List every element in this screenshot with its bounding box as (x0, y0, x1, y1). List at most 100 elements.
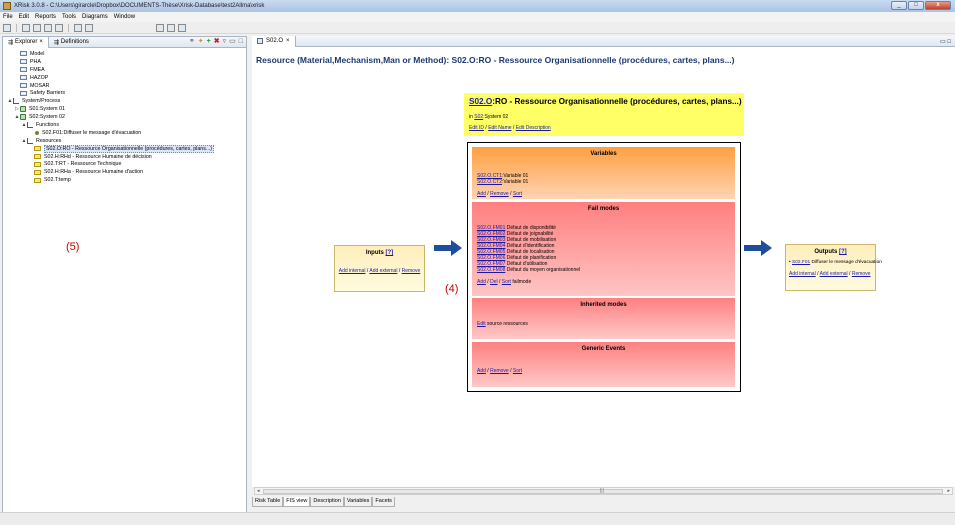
variables-section: Variables S02.O.CT1:Variable 01 S02.O.CT… (472, 147, 735, 199)
edit-source-link[interactable]: Edit (477, 321, 486, 327)
edit-description-link[interactable]: Edit Description (516, 125, 551, 131)
tab-description[interactable]: Description (310, 497, 344, 507)
window-controls: _ □ x (891, 1, 951, 10)
menu-edit[interactable]: Edit (19, 14, 29, 20)
run-icon[interactable] (85, 23, 93, 32)
menu-tools[interactable]: Tools (62, 14, 76, 20)
new-resource-icon[interactable] (44, 23, 52, 32)
tree-item-label: HAZOP (30, 74, 49, 81)
scroll-right-icon[interactable]: ▸ (947, 488, 950, 494)
wand-icon[interactable]: ✦ (198, 38, 204, 46)
tree-item[interactable]: FMEA (7, 66, 246, 74)
menu-diagrams[interactable]: Diagrams (82, 14, 108, 20)
outputs-title: Outputs [?] (789, 249, 872, 255)
edit-id-link[interactable]: Edit ID (469, 125, 484, 131)
sort-event-link[interactable]: Sort (513, 368, 522, 374)
tab-variables[interactable]: Variables (343, 497, 373, 507)
link-icon[interactable]: ⚭ (189, 38, 195, 46)
tree-item[interactable]: HAZOP (7, 74, 246, 82)
tree-item[interactable]: S02.H:RHa - Ressource Humaine d'action (7, 168, 246, 176)
tree-item[interactable]: S02.T:temp (7, 176, 246, 184)
tab-definitions[interactable]: ⇶ Definitions (49, 37, 94, 48)
save-icon[interactable] (156, 23, 164, 32)
remove-event-link[interactable]: Remove (490, 368, 509, 374)
tab-s02-o[interactable]: S02.O × (252, 35, 296, 47)
new-function-icon[interactable] (33, 23, 41, 32)
add-internal-input-link[interactable]: Add internal (339, 268, 366, 274)
app-icon (3, 2, 11, 10)
menu-reports[interactable]: Reports (35, 14, 56, 20)
add-external-input-link[interactable]: Add external (369, 268, 397, 274)
menu-file[interactable]: File (3, 14, 13, 20)
scroll-left-icon[interactable]: ◂ (257, 488, 260, 494)
add-external-output-link[interactable]: Add external (820, 271, 848, 277)
table-icon (20, 75, 27, 81)
tools-icon[interactable] (74, 23, 82, 32)
close-icon[interactable]: × (39, 39, 43, 45)
window-title: XRisk 3.0.8 - C:\Users\girarcle\Dropbox\… (14, 3, 265, 9)
horizontal-scrollbar[interactable]: ◂ ||| ▸ (254, 487, 953, 495)
view-menu-icon[interactable]: ▿ (223, 38, 227, 46)
minimize-icon[interactable]: ▭ (229, 38, 236, 46)
resource-id-link[interactable]: S02.O (469, 97, 492, 106)
close-button[interactable]: x (925, 1, 951, 10)
del-failmode-link[interactable]: Del (490, 279, 498, 285)
inputs-title-text: Inputs (365, 250, 384, 256)
generic-events-actions: Add / Remove / Sort (477, 368, 523, 374)
tab-explorer[interactable]: ⇶ Explorer × (3, 36, 49, 48)
tree-item[interactable]: MOSAR (7, 82, 246, 90)
tree-item[interactable]: Safety Barriers (7, 89, 246, 97)
add-internal-output-link[interactable]: Add internal (789, 271, 816, 277)
sort-failmode-link[interactable]: Sort (502, 279, 511, 285)
resource-title: S02.O:RO - Ressource Organisationnelle (… (469, 97, 742, 106)
add-failmode-link[interactable]: Add (477, 279, 486, 285)
remove-variable-link[interactable]: Remove (490, 191, 509, 197)
add-variable-link[interactable]: Add (477, 191, 486, 197)
inputs-title: Inputs [?] (338, 250, 421, 256)
maximize-icon[interactable]: □ (239, 38, 243, 46)
tree-item[interactable]: ▷ S01:System 01 (7, 105, 246, 113)
tree-item-label: S02.O:RO - Ressource Organisationnelle (… (44, 144, 215, 153)
add-event-link[interactable]: Add (477, 368, 486, 374)
tree-item[interactable]: Model (7, 50, 246, 58)
maximize-button[interactable]: □ (908, 1, 924, 10)
close-icon[interactable]: × (286, 38, 290, 44)
new-system-icon[interactable] (22, 23, 30, 32)
new-variable-icon[interactable] (55, 23, 63, 32)
tree-item[interactable]: PHA (7, 58, 246, 66)
tree-item[interactable]: ▲ S02:System 02 (7, 113, 246, 121)
sort-variable-link[interactable]: Sort (513, 191, 522, 197)
tab-fis-view[interactable]: FIS view (283, 497, 311, 507)
export-icon[interactable] (167, 23, 175, 32)
tab-facets[interactable]: Facets (372, 497, 395, 507)
tree-item-label: Resources (36, 137, 62, 144)
failmode-code-link[interactable]: S02.O.FM08 (477, 267, 505, 273)
remove-output-link[interactable]: Remove (852, 271, 871, 277)
tree-item-label: S02.T:RT - Ressource Technique (44, 161, 122, 168)
more-icon[interactable] (178, 23, 186, 32)
inputs-help-link[interactable]: [?] (386, 250, 394, 256)
tree-item[interactable]: S02.O:RO - Ressource Organisationnelle (… (7, 144, 246, 153)
minimize-maximize-icon[interactable]: ▭ □ (940, 38, 951, 45)
variable-code-link[interactable]: S02.O.CT2 (477, 179, 502, 185)
tree-item[interactable]: S02.F01:Diffuser le message d'évacuation (7, 129, 246, 137)
add-icon[interactable]: + (207, 38, 211, 46)
output-code-link[interactable]: S02.F01 (792, 260, 810, 265)
remove-input-link[interactable]: Remove (402, 268, 421, 274)
tree-item[interactable]: ▲ Functions (7, 121, 246, 129)
delete-icon[interactable]: ✖ (214, 38, 220, 46)
tree-item[interactable]: S02.T:RT - Ressource Technique (7, 160, 246, 168)
edit-name-link[interactable]: Edit Name (488, 125, 511, 131)
tree-item[interactable]: ▲ System/Process (7, 97, 246, 105)
minimize-button[interactable]: _ (891, 1, 907, 10)
tree-item[interactable]: ▲ Resources (7, 137, 246, 145)
menu-window[interactable]: Window (114, 14, 135, 20)
tab-risk-table[interactable]: Risk Table (252, 497, 284, 507)
home-icon[interactable] (3, 23, 11, 32)
scroll-grip-icon: ||| (600, 488, 604, 494)
tab-explorer-label: Explorer (15, 39, 38, 45)
outputs-help-link[interactable]: [?] (839, 249, 847, 255)
tree-item[interactable]: S02.H:RHd - Ressource Humaine de décisio… (7, 153, 246, 161)
parent-system-link[interactable]: S02 (474, 114, 483, 120)
toolbar-separator (16, 23, 17, 32)
